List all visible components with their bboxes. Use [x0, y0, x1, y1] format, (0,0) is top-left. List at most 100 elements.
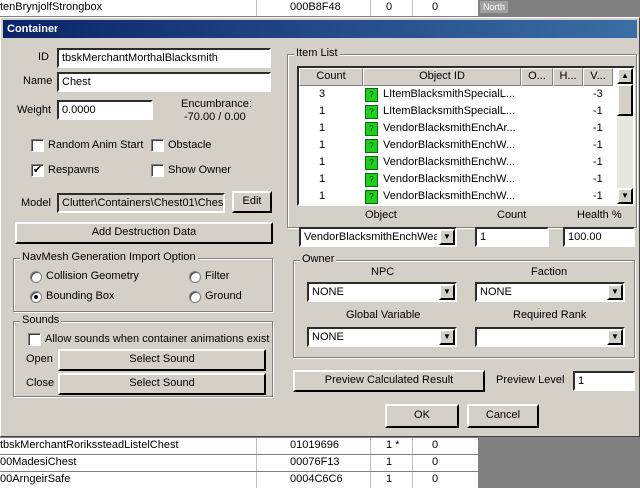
bg-list-row[interactable]: 00ArngeirSafe 0004C6C6 1 0 — [0, 472, 478, 488]
scroll-down-icon[interactable]: ▼ — [617, 188, 633, 204]
table-row[interactable]: 1 ? VendorBlacksmithEnchW... -1 — [299, 137, 619, 155]
random-anim-start-checkbox[interactable] — [31, 139, 44, 152]
bounding-box-label: Bounding Box — [46, 290, 115, 302]
table-row[interactable]: 1 ? VendorBlacksmithEnchW... -1 — [299, 154, 619, 172]
table-row[interactable]: 1 ? LItemBlacksmithSpecialL... -1 — [299, 103, 619, 121]
weight-field[interactable]: 0.0000 — [57, 100, 153, 120]
chevron-down-icon[interactable]: ▼ — [607, 329, 623, 345]
column-count[interactable]: Count — [299, 68, 363, 86]
chevron-down-icon[interactable]: ▼ — [607, 284, 623, 300]
name-field[interactable]: Chest — [57, 72, 271, 92]
model-label: Model — [21, 197, 51, 209]
item-object-id: VendorBlacksmithEnchW... — [383, 173, 516, 185]
close-select-sound-button[interactable]: Select Sound — [58, 373, 266, 395]
bg-row-health: 0 — [432, 439, 439, 451]
open-select-sound-button[interactable]: Select Sound — [58, 349, 266, 371]
bg-list-row[interactable]: tbskMerchantRorikssteadListelChest 01019… — [0, 438, 478, 454]
bg-list-row[interactable]: 00MadesiChest 00076F13 1 0 — [0, 455, 478, 471]
required-rank-select[interactable]: ▼ — [475, 327, 625, 347]
ground-radio[interactable] — [189, 291, 201, 303]
item-v: -1 — [593, 122, 603, 134]
table-row[interactable]: 1 ? VendorBlacksmithEnchW... -1 — [299, 171, 619, 189]
bounding-box-radio[interactable] — [30, 291, 42, 303]
model-field[interactable]: Clutter\Containers\Chest01\Chest — [57, 193, 225, 213]
name-label: Name — [23, 75, 53, 87]
respawns-checkbox[interactable]: ✔ — [31, 164, 44, 177]
item-count: 1 — [319, 139, 326, 151]
column-object-id[interactable]: Object ID — [363, 68, 521, 86]
bg-row-health: 0 — [432, 1, 439, 13]
table-row[interactable]: 3 ? LItemBlacksmithSpecialL... -3 — [299, 86, 619, 104]
add-destruction-data-button[interactable]: Add Destruction Data — [15, 222, 273, 244]
object-select[interactable]: VendorBlacksmithEnchWear ▼ — [299, 227, 457, 247]
item-count: 1 — [319, 173, 326, 185]
bg-row-count: 1 — [386, 456, 393, 468]
preview-level-label: Preview Level — [496, 374, 565, 386]
obstacle-checkbox[interactable] — [151, 139, 164, 152]
bg-right-panel: North — [478, 0, 640, 17]
count-field[interactable]: 1 — [475, 227, 549, 247]
bg-right-tab[interactable]: North — [480, 1, 509, 13]
show-owner-checkbox[interactable] — [151, 164, 164, 177]
item-list-title: Item List — [294, 47, 340, 59]
bg-list-row[interactable]: tenBrynjolfStrongbox 000B8F48 0 0 — [0, 0, 478, 16]
filter-label: Filter — [205, 270, 230, 282]
table-row[interactable]: 1 ? VendorBlacksmithEnchW... -1 — [299, 188, 619, 204]
item-v: -3 — [593, 88, 603, 100]
npc-label: NPC — [371, 266, 395, 278]
sounds-group-title: Sounds — [20, 314, 62, 326]
allow-sounds-label: Allow sounds when container animations e… — [45, 333, 270, 345]
item-v: -1 — [593, 139, 603, 151]
item-object-id: VendorBlacksmithEnchW... — [383, 156, 516, 168]
column-v[interactable]: V... — [583, 68, 613, 86]
item-object-id: LItemBlacksmithSpecialL... — [383, 105, 516, 117]
item-icon: ? — [365, 139, 378, 153]
bg-row-id: 000B8F48 — [290, 1, 341, 13]
health-label: Health % — [577, 209, 622, 221]
item-icon: ? — [365, 122, 378, 136]
allow-sounds-checkbox[interactable] — [28, 333, 41, 346]
scroll-thumb[interactable] — [617, 84, 633, 116]
item-icon: ? — [365, 173, 378, 187]
item-object-id: VendorBlacksmithEnchAr... — [383, 122, 516, 134]
ok-button[interactable]: OK — [385, 404, 459, 428]
chevron-down-icon[interactable]: ▼ — [439, 229, 455, 245]
random-anim-start-label: Random Anim Start — [48, 139, 144, 151]
bg-row-count: 1 * — [386, 439, 400, 451]
respawns-label: Respawns — [48, 164, 100, 176]
collision-geometry-radio[interactable] — [30, 271, 42, 283]
preview-level-field[interactable]: 1 — [573, 371, 635, 391]
npc-select[interactable]: NONE ▼ — [307, 282, 457, 302]
show-owner-label: Show Owner — [168, 164, 231, 176]
item-count: 1 — [319, 190, 326, 202]
chevron-down-icon[interactable]: ▼ — [439, 329, 455, 345]
health-field[interactable]: 100.00 — [563, 227, 635, 247]
faction-select[interactable]: NONE ▼ — [475, 282, 625, 302]
bg-row-count: 1 — [386, 473, 393, 485]
item-icon: ? — [365, 105, 378, 119]
bg-row-name: tenBrynjolfStrongbox — [0, 1, 103, 13]
bg-row-name: 00ArngeirSafe — [0, 473, 71, 485]
bg-row-count: 0 — [386, 1, 393, 13]
navmesh-group: NavMesh Generation Import Option — [13, 251, 273, 312]
chevron-down-icon[interactable]: ▼ — [439, 284, 455, 300]
global-variable-select[interactable]: NONE ▼ — [307, 327, 457, 347]
cancel-button[interactable]: Cancel — [467, 404, 539, 428]
owner-group-title: Owner — [300, 253, 337, 265]
table-row[interactable]: 1 ? VendorBlacksmithEnchAr... -1 — [299, 120, 619, 138]
filter-radio[interactable] — [189, 271, 201, 283]
item-list-scrollbar[interactable]: ▲ ▼ — [617, 68, 633, 204]
column-o[interactable]: O... — [521, 68, 553, 86]
id-field[interactable]: tbskMerchantMorthalBlacksmith — [57, 48, 271, 68]
check-mark-icon: ✔ — [32, 164, 43, 176]
column-h[interactable]: H... — [553, 68, 583, 86]
dialog-title[interactable]: Container — [3, 20, 637, 38]
bg-row-name: tbskMerchantRorikssteadListelChest — [0, 439, 179, 451]
item-list-table[interactable]: Count Object ID O... H... V... 3 ? LItem… — [297, 66, 635, 206]
preview-calculated-result-button[interactable]: Preview Calculated Result — [293, 370, 485, 392]
faction-label: Faction — [531, 266, 568, 278]
scroll-up-icon[interactable]: ▲ — [617, 68, 633, 84]
edit-button[interactable]: Edit — [232, 191, 272, 213]
bg-row-id: 00076F13 — [290, 456, 340, 468]
item-v: -1 — [593, 190, 603, 202]
